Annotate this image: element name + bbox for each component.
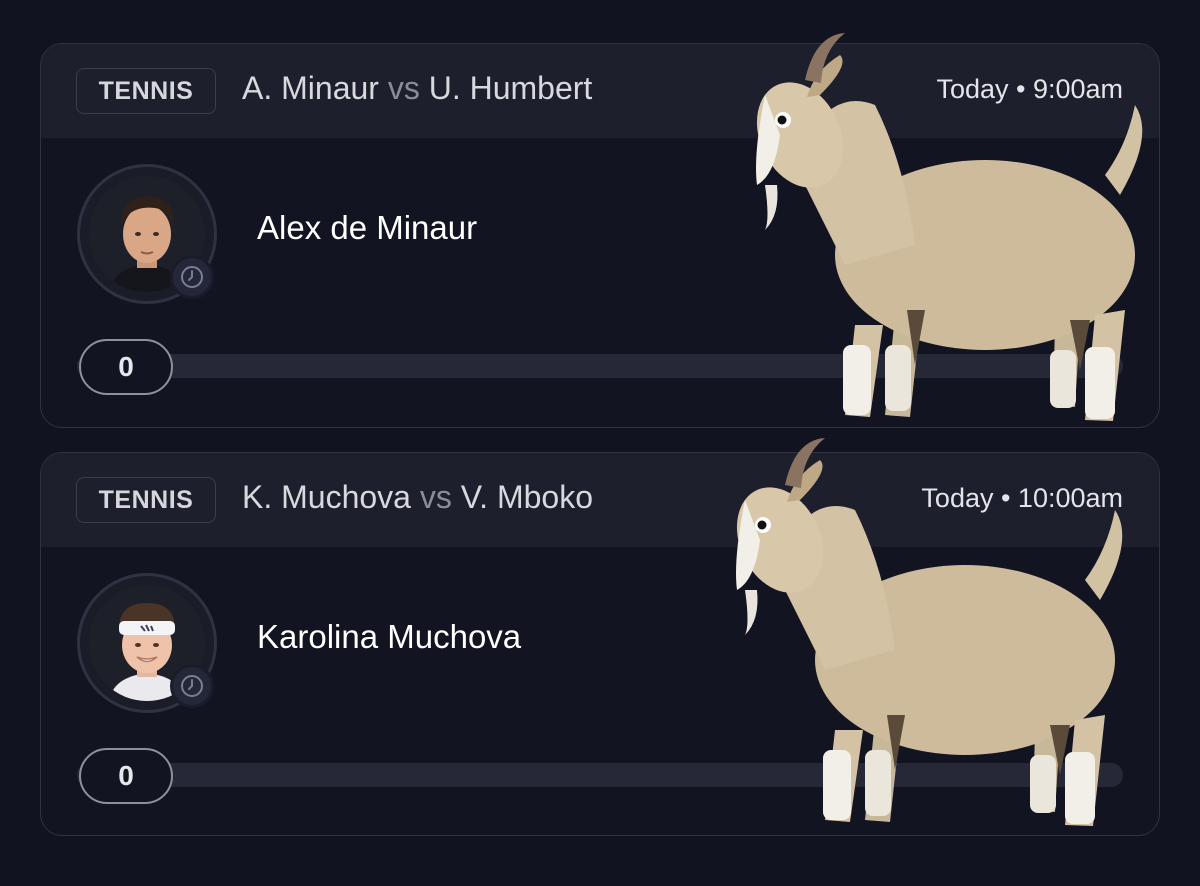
clock-icon [170,664,214,708]
player-name: Alex de Minaur [257,209,478,246]
score-slider-handle[interactable]: 0 [79,748,173,804]
goat-emoji-icon [736,438,1123,826]
matchup-title: A. Minaur vs U. Humbert [242,70,592,107]
sport-badge: TENNIS [76,477,216,523]
vs-label: vs [387,70,420,106]
player2-short: U. Humbert [428,70,593,106]
goat-emoji-icon [756,33,1143,421]
avatar[interactable] [77,164,217,304]
player1-short: K. Muchova [242,479,411,515]
clock-icon [170,255,214,299]
player2-short: V. Mboko [460,479,593,515]
vs-label: vs [419,479,452,515]
matchup-title: K. Muchova vs V. Mboko [242,479,593,516]
player-name: Karolina Muchova [257,618,522,655]
player1-short: A. Minaur [242,70,379,106]
sport-badge: TENNIS [76,68,216,114]
score-slider-handle[interactable]: 0 [79,339,173,395]
avatar[interactable] [77,573,217,713]
